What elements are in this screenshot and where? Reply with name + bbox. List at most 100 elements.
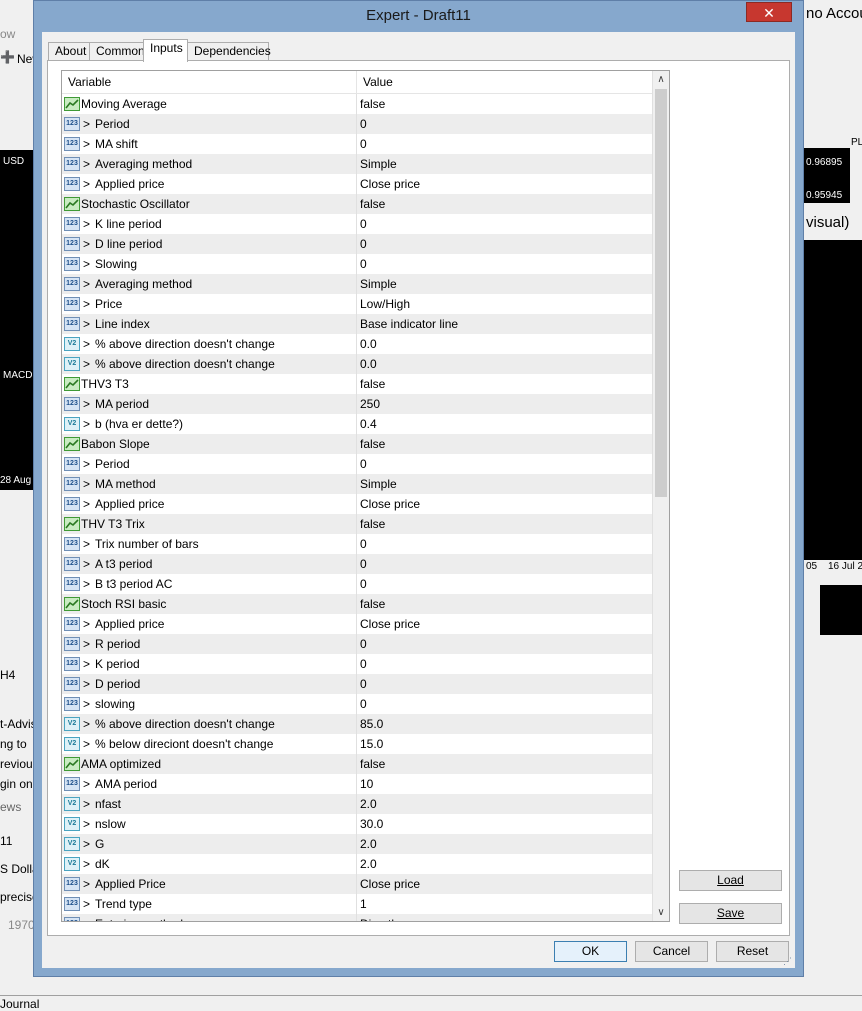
- param-row[interactable]: 123 > Applied price Close price: [62, 494, 653, 514]
- param-group-row[interactable]: THV3 T3 false: [62, 374, 653, 394]
- param-group-row[interactable]: Moving Average false: [62, 94, 653, 114]
- param-row[interactable]: V2 > nslow 30.0: [62, 814, 653, 834]
- param-value[interactable]: 1: [356, 894, 653, 914]
- reset-button[interactable]: Reset: [716, 941, 789, 962]
- param-value[interactable]: false: [356, 94, 653, 114]
- param-value[interactable]: 15.0: [356, 734, 653, 754]
- param-value[interactable]: 0: [356, 674, 653, 694]
- param-row[interactable]: 123 > AMA period 10: [62, 774, 653, 794]
- param-row[interactable]: 123 > Applied Price Close price: [62, 874, 653, 894]
- param-row[interactable]: 123 > Applied price Close price: [62, 614, 653, 634]
- param-row[interactable]: 123 > K line period 0: [62, 214, 653, 234]
- cancel-button[interactable]: Cancel: [635, 941, 708, 962]
- column-header-variable[interactable]: Variable: [62, 71, 355, 94]
- param-value[interactable]: Low/High: [356, 294, 653, 314]
- tab-dependencies[interactable]: Dependencies: [187, 42, 271, 61]
- param-row[interactable]: V2 > % above direction doesn't change 0.0: [62, 354, 653, 374]
- param-value[interactable]: 0: [356, 554, 653, 574]
- param-value[interactable]: 0: [356, 654, 653, 674]
- param-value[interactable]: Directly: [356, 914, 653, 921]
- param-value[interactable]: false: [356, 434, 653, 454]
- param-group-row[interactable]: Babon Slope false: [62, 434, 653, 454]
- scroll-up-icon[interactable]: ∧: [653, 71, 669, 88]
- resize-grip-icon[interactable]: ⋰: [783, 956, 793, 966]
- param-value[interactable]: false: [356, 754, 653, 774]
- column-header-value[interactable]: Value: [356, 71, 653, 94]
- param-row[interactable]: 123 > Period 0: [62, 454, 653, 474]
- param-value[interactable]: 0: [356, 114, 653, 134]
- param-row[interactable]: 123 > Averaging method Simple: [62, 274, 653, 294]
- scroll-down-icon[interactable]: ∨: [653, 904, 669, 921]
- param-value[interactable]: 2.0: [356, 834, 653, 854]
- param-value[interactable]: 0: [356, 214, 653, 234]
- param-value[interactable]: 0.0: [356, 354, 653, 374]
- param-row[interactable]: 123 > MA method Simple: [62, 474, 653, 494]
- param-value[interactable]: 30.0: [356, 814, 653, 834]
- param-value[interactable]: 0: [356, 234, 653, 254]
- param-row[interactable]: V2 > % above direction doesn't change 0.0: [62, 334, 653, 354]
- param-value[interactable]: 0: [356, 634, 653, 654]
- param-row[interactable]: V2 > b (hva er dette?) 0.4: [62, 414, 653, 434]
- param-row[interactable]: 123 > Applied price Close price: [62, 174, 653, 194]
- param-row[interactable]: 123 > MA period 250: [62, 394, 653, 414]
- param-row[interactable]: 123 > Trix number of bars 0: [62, 534, 653, 554]
- param-value[interactable]: 0: [356, 534, 653, 554]
- param-row[interactable]: V2 > % below direciont doesn't change 15.0: [62, 734, 653, 754]
- param-value[interactable]: false: [356, 194, 653, 214]
- param-row[interactable]: V2 > G 2.0: [62, 834, 653, 854]
- param-value[interactable]: Close price: [356, 494, 653, 514]
- param-row[interactable]: V2 > % above direction doesn't change 85.0: [62, 714, 653, 734]
- param-value[interactable]: false: [356, 594, 653, 614]
- param-value[interactable]: 0.4: [356, 414, 653, 434]
- param-value[interactable]: 10: [356, 774, 653, 794]
- tab-about[interactable]: About: [48, 42, 90, 61]
- bg-journal-tab[interactable]: Journal: [0, 997, 39, 1011]
- param-row[interactable]: 123 > Slowing 0: [62, 254, 653, 274]
- param-row[interactable]: 123 > R period 0: [62, 634, 653, 654]
- param-value[interactable]: 2.0: [356, 794, 653, 814]
- scroll-thumb[interactable]: [655, 89, 667, 497]
- param-group-row[interactable]: THV T3 Trix false: [62, 514, 653, 534]
- param-row[interactable]: 123>Entering methodDirectly: [62, 914, 653, 921]
- param-row[interactable]: 123 > D line period 0: [62, 234, 653, 254]
- param-group-row[interactable]: AMA optimized false: [62, 754, 653, 774]
- param-group-row[interactable]: Stochastic Oscillator false: [62, 194, 653, 214]
- param-row[interactable]: 123 > Period 0: [62, 114, 653, 134]
- param-row[interactable]: 123 > B t3 period AC 0: [62, 574, 653, 594]
- tab-common[interactable]: Common: [89, 42, 145, 61]
- param-row[interactable]: 123 > A t3 period 0: [62, 554, 653, 574]
- param-value[interactable]: 0: [356, 574, 653, 594]
- param-row[interactable]: 123 > K period 0: [62, 654, 653, 674]
- param-value[interactable]: Close price: [356, 614, 653, 634]
- param-value[interactable]: Base indicator line: [356, 314, 653, 334]
- param-value[interactable]: 0: [356, 254, 653, 274]
- close-button[interactable]: ✕: [746, 2, 792, 22]
- param-value[interactable]: Simple: [356, 154, 653, 174]
- param-row[interactable]: 123 > D period 0: [62, 674, 653, 694]
- param-value[interactable]: Close price: [356, 874, 653, 894]
- param-value[interactable]: 0: [356, 134, 653, 154]
- param-row[interactable]: 123 > slowing 0: [62, 694, 653, 714]
- param-row[interactable]: 123 > Averaging method Simple: [62, 154, 653, 174]
- tab-inputs[interactable]: Inputs: [143, 39, 188, 62]
- param-value[interactable]: 0: [356, 694, 653, 714]
- param-row[interactable]: 123 > Line index Base indicator line: [62, 314, 653, 334]
- param-group-row[interactable]: Stoch RSI basic false: [62, 594, 653, 614]
- param-value[interactable]: false: [356, 374, 653, 394]
- param-row[interactable]: 123 > Trend type 1: [62, 894, 653, 914]
- param-row[interactable]: V2 > nfast 2.0: [62, 794, 653, 814]
- load-button[interactable]: Load: [679, 870, 782, 891]
- param-value[interactable]: Simple: [356, 274, 653, 294]
- param-value[interactable]: false: [356, 514, 653, 534]
- param-value[interactable]: 0: [356, 454, 653, 474]
- param-value[interactable]: Close price: [356, 174, 653, 194]
- param-value[interactable]: 250: [356, 394, 653, 414]
- param-row[interactable]: V2 > dK 2.0: [62, 854, 653, 874]
- param-value[interactable]: 2.0: [356, 854, 653, 874]
- param-row[interactable]: 123 > Price Low/High: [62, 294, 653, 314]
- param-value[interactable]: 85.0: [356, 714, 653, 734]
- save-button[interactable]: Save: [679, 903, 782, 924]
- param-value[interactable]: 0.0: [356, 334, 653, 354]
- param-row[interactable]: 123 > MA shift 0: [62, 134, 653, 154]
- grid-scrollbar[interactable]: ∧ ∨: [652, 71, 669, 921]
